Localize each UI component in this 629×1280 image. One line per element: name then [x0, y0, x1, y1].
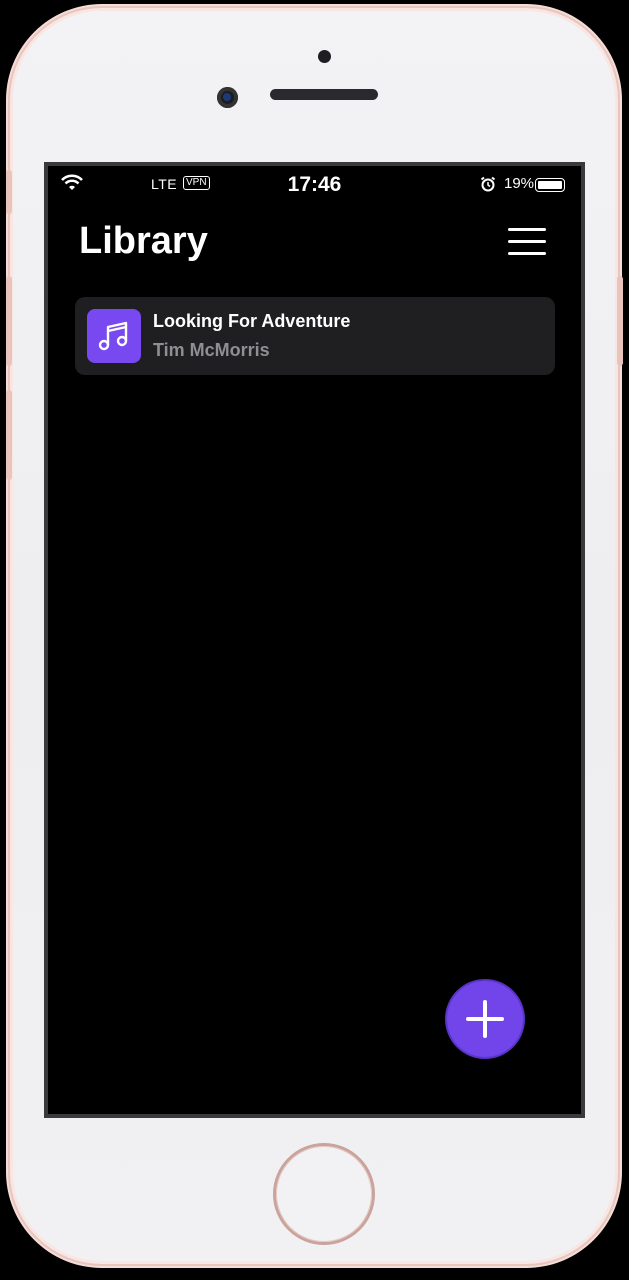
- volume-up-button: [6, 276, 12, 366]
- volume-down-button: [6, 390, 12, 480]
- earpiece-speaker: [270, 89, 378, 100]
- library-track-item[interactable]: Looking For Adventure Tim McMorris: [75, 297, 555, 375]
- power-button: [617, 276, 623, 366]
- music-note-icon: [98, 321, 128, 351]
- status-bar: LTE VPN 17:46 19%: [48, 166, 581, 204]
- mute-switch: [6, 170, 12, 214]
- alarm-icon: [480, 176, 496, 192]
- track-artwork: [87, 309, 141, 363]
- home-button[interactable]: [276, 1146, 372, 1242]
- front-camera: [217, 87, 238, 108]
- status-time: 17:46: [287, 173, 342, 196]
- add-button[interactable]: [447, 981, 523, 1057]
- hamburger-menu-icon[interactable]: [508, 224, 548, 258]
- battery-percent: 19%: [504, 175, 535, 192]
- track-artist: Tim McMorris: [153, 340, 270, 360]
- app-screen: LTE VPN 17:46 19% Library Looking For Ad…: [44, 162, 585, 1118]
- proximity-sensor: [318, 50, 331, 63]
- track-title: Looking For Adventure: [153, 311, 351, 331]
- battery-icon: [535, 178, 565, 192]
- page-title: Library: [79, 220, 208, 262]
